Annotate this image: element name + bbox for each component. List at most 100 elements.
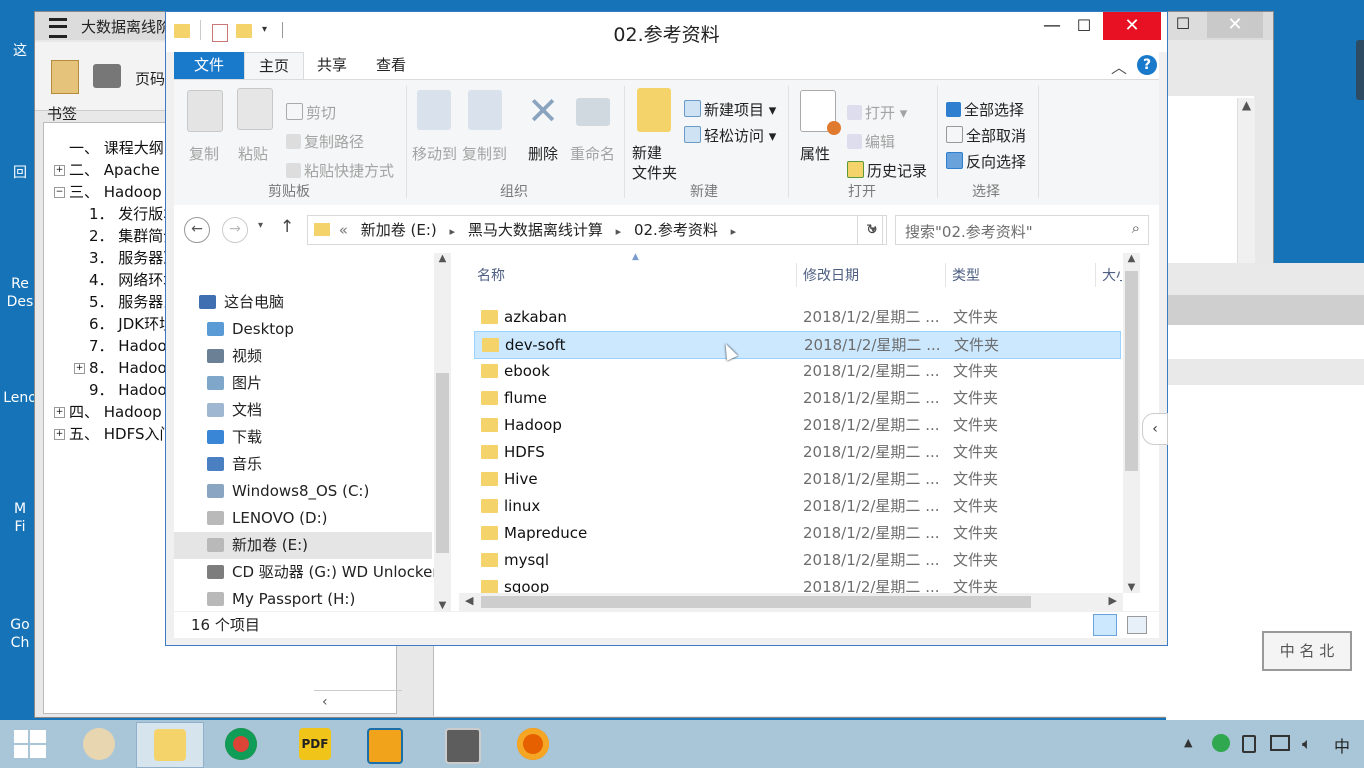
select-all-button[interactable]: 全部选择 xyxy=(946,99,1024,120)
delete-button[interactable]: 删除 xyxy=(528,143,558,164)
taskbar-docs[interactable] xyxy=(350,722,416,766)
bookmark-item[interactable]: 7． Hadoo xyxy=(74,335,167,357)
expand-icon[interactable]: + xyxy=(54,407,65,418)
nav-item[interactable]: 新加卷 (E:) xyxy=(174,532,432,559)
collapse-ribbon-icon[interactable]: ︿ xyxy=(1111,54,1127,78)
easy-access-button[interactable]: 轻松访问 ▾ xyxy=(684,125,776,146)
copy-path-button[interactable]: 复制路径 xyxy=(286,131,364,152)
open-button[interactable]: 打开 ▾ xyxy=(847,102,907,123)
nav-item[interactable]: 视频 xyxy=(174,343,467,370)
new-folder-button[interactable]: 新建 文件夹 xyxy=(632,143,677,183)
battery-icon[interactable] xyxy=(1242,735,1256,753)
chevron-right-icon[interactable]: ▸ xyxy=(450,225,456,238)
taskbar-firefox[interactable] xyxy=(500,722,566,766)
collapse-icon[interactable]: − xyxy=(54,187,65,198)
search-box[interactable]: 搜索"02.参考资料" ⌕ xyxy=(895,215,1149,245)
column-header-date[interactable]: 修改日期 xyxy=(803,265,859,285)
bookmark-item[interactable]: 2． 集群简介 xyxy=(74,225,178,247)
bookmark-item[interactable]: + 四、 Hadoop xyxy=(54,401,162,423)
invert-selection-button[interactable]: 反向选择 xyxy=(946,151,1026,172)
show-hidden-icons-icon[interactable]: ▲ xyxy=(1184,736,1192,749)
file-horizontal-scrollbar[interactable]: ◀ ▶ xyxy=(459,593,1123,611)
taskbar-tool[interactable] xyxy=(428,722,494,766)
nav-item[interactable]: 音乐 xyxy=(174,451,467,478)
back-button[interactable]: ← xyxy=(184,217,210,243)
reader-maximize-button[interactable]: ☐ xyxy=(1163,14,1203,38)
file-row[interactable]: Mapreduce 2018/1/2/星期二 ... 文件夹 xyxy=(474,520,1119,546)
scroll-right-arrow-icon[interactable]: ▶ xyxy=(1109,594,1117,607)
printer-icon[interactable] xyxy=(93,64,121,88)
file-hscroll-thumb[interactable] xyxy=(481,596,1031,608)
paste-shortcut-button[interactable]: 粘贴快捷方式 xyxy=(286,160,394,181)
side-panel-toggle-icon[interactable]: ‹ xyxy=(1142,413,1168,445)
up-button[interactable]: ↑ xyxy=(280,217,294,237)
network-status-icon[interactable] xyxy=(1212,734,1230,752)
nav-item[interactable]: Windows8_OS (C:) xyxy=(174,478,467,505)
bookmark-item[interactable]: 1． 发行版本 xyxy=(74,203,178,225)
file-row[interactable]: dev-soft 2018/1/2/星期二 ... 文件夹 xyxy=(474,331,1121,359)
tab-view[interactable]: 查看 xyxy=(364,52,418,79)
bookmark-item[interactable]: +8． Hadoo xyxy=(74,357,167,379)
file-row[interactable]: linux 2018/1/2/星期二 ... 文件夹 xyxy=(474,493,1119,519)
taskbar-pdf[interactable]: PDF xyxy=(282,722,348,766)
bookmark-item[interactable]: + 五、 HDFS入门 xyxy=(54,423,174,445)
file-row[interactable]: azkaban 2018/1/2/星期二 ... 文件夹 xyxy=(474,304,1119,330)
cut-button[interactable]: 剪切 xyxy=(286,102,336,123)
minimize-button[interactable]: — xyxy=(1037,12,1067,40)
nav-item[interactable]: 图片 xyxy=(174,370,467,397)
nav-vertical-scrollbar[interactable]: ▲ ▼ xyxy=(434,253,451,611)
file-row[interactable]: Hive 2018/1/2/星期二 ... 文件夹 xyxy=(474,466,1119,492)
select-none-button[interactable]: 全部取消 xyxy=(946,125,1026,146)
nav-item[interactable]: 文档 xyxy=(174,397,467,424)
scroll-up-arrow-icon[interactable]: ▲ xyxy=(1238,98,1255,112)
file-row[interactable]: ebook 2018/1/2/星期二 ... 文件夹 xyxy=(474,358,1119,384)
new-item-button[interactable]: 新建项目 ▾ xyxy=(684,99,776,120)
column-header-type[interactable]: 类型 xyxy=(952,265,980,285)
details-view-icon[interactable] xyxy=(1093,614,1117,636)
reader-close-button[interactable]: ✕ xyxy=(1207,12,1263,38)
start-button[interactable] xyxy=(0,722,66,766)
paste-button[interactable]: 粘贴 xyxy=(238,143,268,164)
nav-item[interactable]: 下载 xyxy=(174,424,467,451)
clipboard-icon[interactable] xyxy=(51,60,79,94)
expand-icon[interactable]: + xyxy=(54,165,65,176)
chevron-right-icon[interactable]: ▸ xyxy=(616,225,622,238)
close-button[interactable]: ✕ xyxy=(1103,12,1161,40)
nav-item[interactable]: LENOVO (D:) xyxy=(174,505,467,532)
search-icon[interactable]: ⌕ xyxy=(1132,219,1140,237)
help-icon[interactable]: ? xyxy=(1137,55,1157,75)
taskbar-paint[interactable] xyxy=(66,722,132,766)
edit-button[interactable]: 编辑 xyxy=(847,131,895,152)
tab-file[interactable]: 文件 xyxy=(174,52,244,79)
bookmark-item[interactable]: − 三、 Hadoop xyxy=(54,181,162,203)
taskbar-explorer[interactable] xyxy=(136,722,204,768)
scroll-left-arrow-icon[interactable]: ‹ xyxy=(314,690,402,713)
volume-icon[interactable]: 🔈︎ xyxy=(1302,734,1312,754)
address-bar[interactable]: « 新加卷 (E:) ▸ 黑马大数据离线计算 ▸ 02.参考资料 ▸ ▾ xyxy=(307,215,883,245)
scroll-up-arrow-icon[interactable]: ▲ xyxy=(1123,253,1140,264)
nav-scroll-thumb[interactable] xyxy=(436,373,449,553)
page-number-label[interactable]: 页码 xyxy=(135,68,165,89)
expand-icon[interactable]: + xyxy=(74,363,85,374)
properties-button[interactable]: 属性 xyxy=(800,143,830,164)
file-vertical-scrollbar[interactable]: ▲ ▼ xyxy=(1123,253,1140,593)
forward-button[interactable]: → xyxy=(222,217,248,243)
overflow-icon[interactable]: « xyxy=(339,221,348,239)
copy-to-button[interactable]: 复制到 xyxy=(462,143,507,164)
nav-item[interactable]: Desktop xyxy=(174,316,467,343)
nav-item[interactable]: 这台电脑 xyxy=(174,289,459,316)
bookmark-item[interactable]: 9． Hadoo xyxy=(74,379,167,401)
file-row[interactable]: flume 2018/1/2/星期二 ... 文件夹 xyxy=(474,385,1119,411)
column-header-name[interactable]: 名称 xyxy=(477,265,505,285)
file-scroll-thumb[interactable] xyxy=(1125,271,1138,471)
file-row[interactable]: HDFS 2018/1/2/星期二 ... 文件夹 xyxy=(474,439,1119,465)
file-row[interactable]: Hadoop 2018/1/2/星期二 ... 文件夹 xyxy=(474,412,1119,438)
input-method-indicator[interactable]: 中 xyxy=(1334,733,1350,757)
scroll-down-arrow-icon[interactable]: ▼ xyxy=(434,600,451,611)
breadcrumb-drive[interactable]: 新加卷 (E:) xyxy=(361,221,437,239)
tab-share[interactable]: 共享 xyxy=(304,52,360,79)
taskbar-chrome[interactable] xyxy=(208,722,274,766)
scroll-left-arrow-icon[interactable]: ◀ xyxy=(465,594,473,607)
recent-locations-dropdown-icon[interactable]: ▾ xyxy=(258,220,263,231)
column-header-size[interactable]: 大小 xyxy=(1102,265,1122,285)
